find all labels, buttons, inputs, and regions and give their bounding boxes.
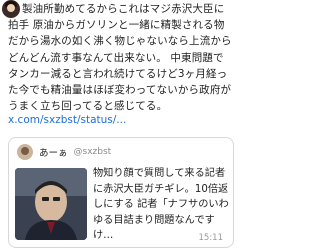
quoted-video-thumbnail[interactable] (15, 168, 87, 240)
quoted-post[interactable]: あーぁ @sxzbst 物知り顔で質問して来る記者に赤沢大臣ガチギレ。10倍返し… (8, 137, 234, 248)
thumbnail-image (15, 168, 87, 240)
quoted-post-time: 15:11 (198, 233, 224, 243)
quoted-author-avatar[interactable] (17, 144, 33, 160)
post-card[interactable]: 製油所勤めてるからこれはマジ赤沢大臣に拍手 原油からガソリンと一緒に精製される物… (0, 0, 240, 251)
quoted-author-handle: @sxzbst (73, 147, 112, 157)
post-body-text: 製油所勤めてるからこれはマジ赤沢大臣に拍手 原油からガソリンと一緒に精製される物… (8, 3, 232, 113)
quoted-post-header: あーぁ @sxzbst (17, 144, 111, 160)
post-body: 製油所勤めてるからこれはマジ赤沢大臣に拍手 原油からガソリンと一緒に精製される物… (8, 1, 234, 114)
post-link[interactable]: x.com/sxzbst/status/... (8, 114, 126, 126)
quoted-author-name[interactable]: あーぁ (39, 145, 68, 159)
